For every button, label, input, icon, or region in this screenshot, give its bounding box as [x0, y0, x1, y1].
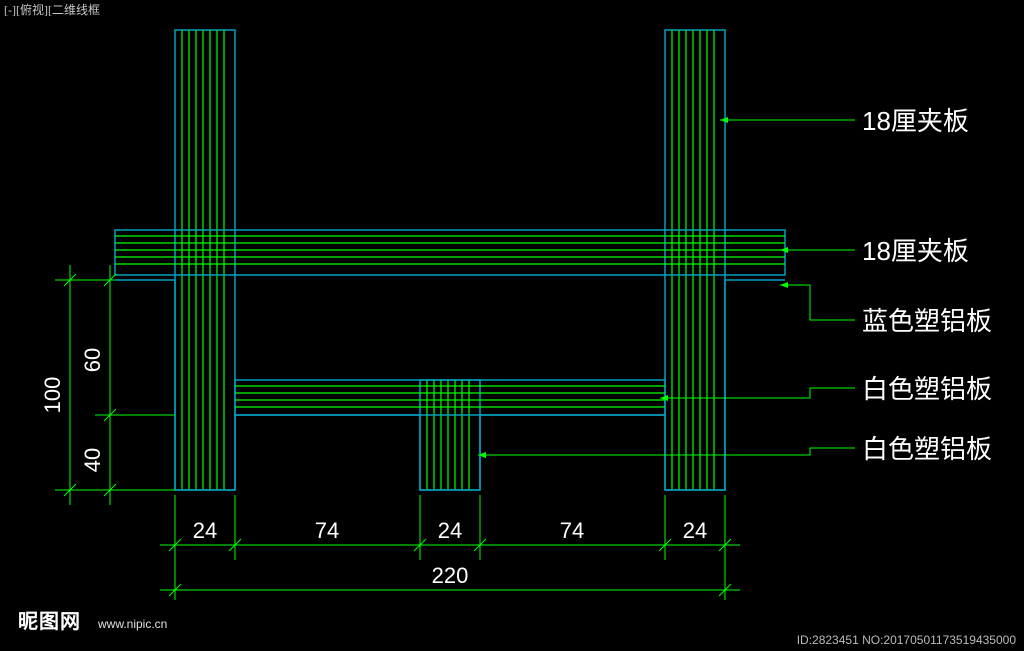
clad-outlines	[115, 280, 785, 490]
watermark-brand: 昵图网	[18, 610, 81, 633]
dim-seg-e: 24	[683, 518, 707, 543]
dim-total-width: 220	[432, 563, 469, 588]
dim-horizontal: 24 74 24 74 24 220	[160, 495, 740, 600]
horizontal-plate-outer	[115, 230, 785, 275]
viewport-title: [-][俯视][二维线框	[4, 2, 100, 17]
dim-40: 40	[80, 448, 105, 472]
dim-seg-d: 74	[560, 518, 584, 543]
post-center	[420, 380, 480, 490]
ann-1: 18厘夹板	[862, 106, 969, 136]
horizontal-plate-inner	[235, 380, 665, 415]
ann-3: 蓝色塑铝板	[862, 306, 992, 336]
ann-4: 白色塑铝板	[862, 374, 992, 404]
watermark: 昵图网 www.nipic.cn	[18, 610, 167, 633]
cad-drawing: [-][俯视][二维线框	[0, 0, 1024, 651]
dim-seg-a: 24	[193, 518, 217, 543]
dim-60: 60	[80, 348, 105, 372]
annotations: 18厘夹板 18厘夹板 蓝色塑铝板 白色塑铝板 白色塑铝板	[478, 106, 992, 464]
dim-seg-c: 24	[438, 518, 462, 543]
post-right	[665, 30, 725, 490]
dim-seg-b: 74	[315, 518, 339, 543]
ann-5: 白色塑铝板	[862, 434, 992, 464]
watermark-id: ID:2823451 NO:20170501173519435000	[797, 633, 1017, 647]
dim-100: 100	[40, 377, 65, 414]
dim-vertical: 60 40 100	[40, 265, 175, 505]
ann-2: 18厘夹板	[862, 236, 969, 266]
watermark-url: www.nipic.cn	[97, 617, 167, 631]
post-left	[175, 30, 235, 490]
